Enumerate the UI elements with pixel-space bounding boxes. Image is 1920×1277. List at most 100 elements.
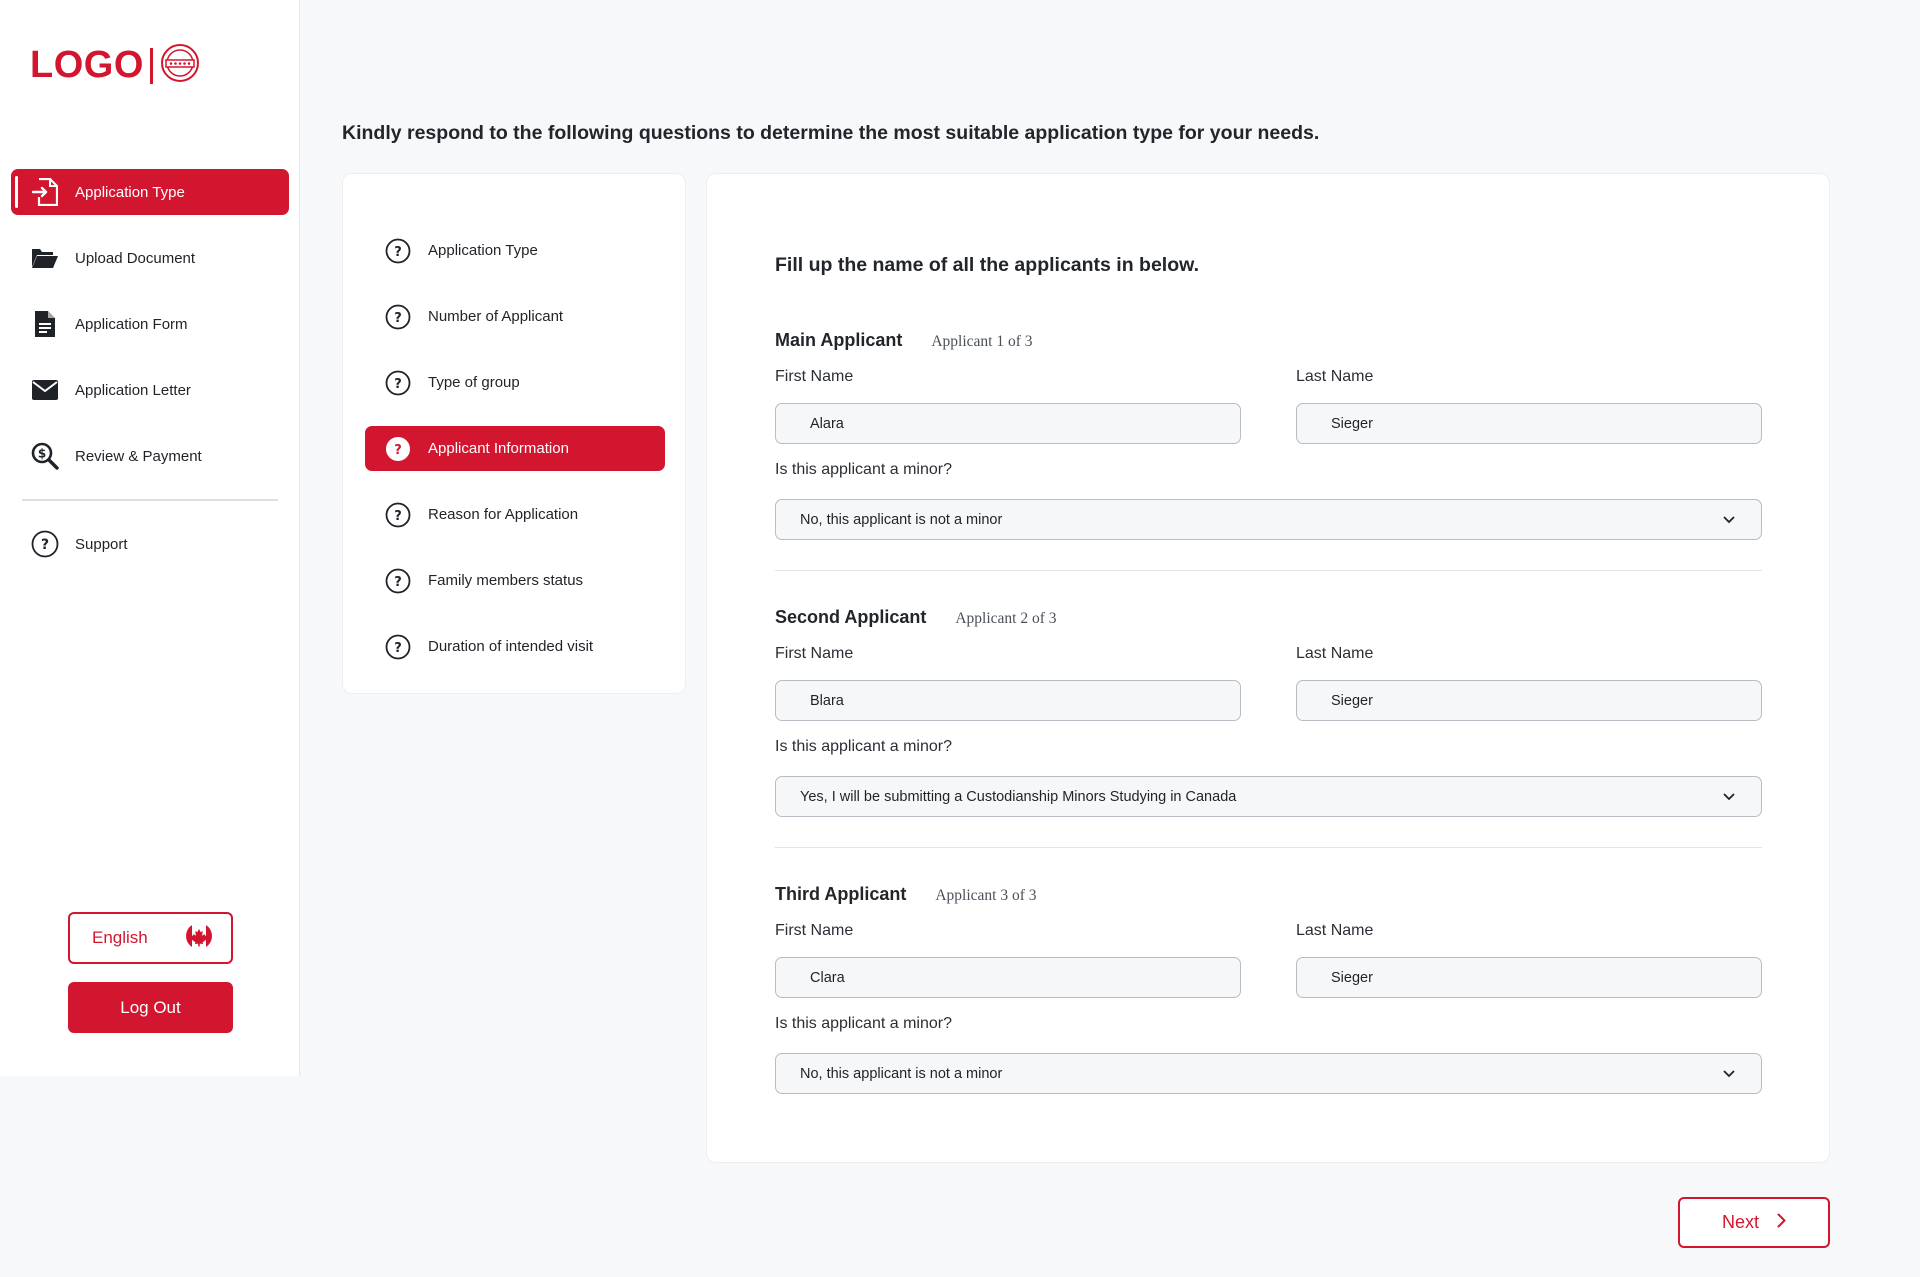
svg-text:?: ? [394, 575, 402, 590]
first-name-input[interactable]: Blara [775, 680, 1241, 721]
step-applicant-information[interactable]: ? Applicant Information [365, 426, 665, 471]
sidebar-item-support[interactable]: ? Support [11, 521, 289, 567]
question-circle-icon: ? [385, 436, 411, 462]
step-label: Type of group [428, 374, 520, 391]
svg-text:?: ? [394, 311, 402, 326]
question-circle-icon: ? [385, 568, 411, 594]
applicant-heading: Main Applicant [775, 330, 903, 350]
sidebar-item-label: Application Type [75, 183, 185, 201]
step-application-type[interactable]: ? Application Type [365, 228, 665, 273]
sidebar-item-application-type[interactable]: Application Type [11, 169, 289, 215]
sidebar-item-application-form[interactable]: Application Form [11, 301, 289, 347]
minor-select[interactable]: No, this applicant is not a minor [775, 499, 1762, 540]
sidebar-item-label: Upload Document [75, 249, 196, 267]
question-circle-icon: ? [385, 502, 411, 528]
dollar-search-icon: $ [31, 442, 59, 470]
canada-flag-icon [185, 922, 213, 955]
logo-divider [149, 47, 153, 84]
sidebar-item-label: Application Form [75, 315, 188, 333]
step-label: Application Type [428, 242, 538, 259]
step-reason-for-application[interactable]: ? Reason for Application [365, 492, 665, 537]
sidebar-divider [22, 499, 278, 501]
applicant-heading: Second Applicant [775, 607, 927, 627]
applicant-section-third: Third Applicant Applicant 3 of 3 First N… [775, 884, 1762, 1094]
chevron-down-icon [1723, 789, 1735, 805]
support-section: ? Support [11, 521, 289, 587]
last-name-input[interactable]: Sieger [1296, 403, 1762, 444]
chevron-down-icon [1723, 1066, 1735, 1082]
folder-open-icon [31, 244, 59, 272]
section-divider [775, 847, 1762, 848]
question-circle-icon: ? [385, 238, 411, 264]
minor-select[interactable]: Yes, I will be submitting a Custodianshi… [775, 776, 1762, 817]
svg-text:$: $ [38, 447, 46, 461]
svg-text:?: ? [41, 537, 49, 553]
logout-button[interactable]: Log Out [68, 982, 233, 1033]
applicant-header: Third Applicant Applicant 3 of 3 [775, 884, 1762, 908]
logo[interactable]: LOGO [30, 42, 201, 89]
svg-text:?: ? [394, 641, 402, 656]
minor-select[interactable]: No, this applicant is not a minor [775, 1053, 1762, 1094]
language-label: English [92, 928, 148, 947]
question-circle-icon: ? [385, 634, 411, 660]
step-number-of-applicant[interactable]: ? Number of Applicant [365, 294, 665, 339]
question-circle-icon: ? [31, 530, 59, 558]
last-name-input[interactable]: Sieger [1296, 680, 1762, 721]
last-name-input[interactable]: Sieger [1296, 957, 1762, 998]
first-name-input[interactable]: Clara [775, 957, 1241, 998]
minor-question-label: Is this applicant a minor? [775, 461, 952, 478]
minor-select-value: Yes, I will be submitting a Custodianshi… [800, 788, 1237, 805]
minor-select-value: No, this applicant is not a minor [800, 1065, 1003, 1082]
form-title: Fill up the name of all the applicants i… [775, 254, 1199, 276]
steps-card: ? Application Type ? Number of Applicant… [342, 173, 686, 694]
step-label: Number of Applicant [428, 308, 564, 325]
language-button[interactable]: English [68, 912, 233, 964]
sidebar-item-review-payment[interactable]: $ Review & Payment [11, 433, 289, 479]
first-name-label: First Name [775, 645, 854, 662]
next-button-label: Next [1721, 1212, 1759, 1232]
first-name-input[interactable]: Alara [775, 403, 1241, 444]
sidebar-item-application-letter[interactable]: Application Letter [11, 367, 289, 413]
applicant-counter: Applicant 3 of 3 [935, 887, 1037, 904]
step-label: Reason for Application [428, 506, 579, 523]
svg-text:?: ? [394, 377, 402, 392]
applicant-heading: Third Applicant [775, 884, 907, 904]
applicant-counter: Applicant 2 of 3 [955, 610, 1057, 627]
last-name-label: Last Name [1296, 368, 1374, 385]
svg-text:?: ? [394, 245, 402, 260]
step-family-members-status[interactable]: ? Family members status [365, 558, 665, 603]
minor-question-label: Is this applicant a minor? [775, 1015, 952, 1032]
chevron-right-icon [1777, 1212, 1786, 1233]
file-arrow-in-icon [31, 178, 59, 206]
applicant-section-main: Main Applicant Applicant 1 of 3 First Na… [775, 330, 1762, 540]
applicant-counter: Applicant 1 of 3 [931, 333, 1033, 350]
next-button[interactable]: Next [1678, 1197, 1830, 1248]
applicant-section-second: Second Applicant Applicant 2 of 3 First … [775, 607, 1762, 817]
chevron-down-icon [1723, 512, 1735, 528]
sidebar-item-label: Support [75, 535, 128, 553]
last-name-label: Last Name [1296, 922, 1374, 939]
applicant-header: Second Applicant Applicant 2 of 3 [775, 607, 1762, 631]
first-name-label: First Name [775, 922, 854, 939]
first-name-label: First Name [775, 368, 854, 385]
question-circle-icon: ? [385, 304, 411, 330]
step-type-of-group[interactable]: ? Type of group [365, 360, 665, 405]
section-divider [775, 570, 1762, 571]
sidebar-item-label: Application Letter [75, 381, 191, 399]
sidebar-item-label: Review & Payment [75, 447, 202, 465]
envelope-icon [31, 376, 59, 404]
step-duration-of-intended-visit[interactable]: ? Duration of intended visit [365, 624, 665, 669]
sidebar-nav: Application Type Upload Document Applica… [11, 169, 289, 499]
applicant-form-card: Fill up the name of all the applicants i… [706, 173, 1830, 1163]
minor-select-value: No, this applicant is not a minor [800, 511, 1003, 528]
sidebar-item-upload-document[interactable]: Upload Document [11, 235, 289, 281]
question-circle-icon: ? [385, 370, 411, 396]
minor-question-label: Is this applicant a minor? [775, 738, 952, 755]
sidebar: LOGO Application Type Upload Document Ap… [0, 0, 300, 1076]
page-instruction: Kindly respond to the following question… [342, 122, 1320, 144]
step-label: Applicant Information [428, 440, 569, 457]
document-icon [31, 310, 59, 338]
svg-text:?: ? [394, 509, 402, 524]
svg-text:?: ? [394, 443, 402, 458]
step-label: Family members status [428, 572, 584, 589]
